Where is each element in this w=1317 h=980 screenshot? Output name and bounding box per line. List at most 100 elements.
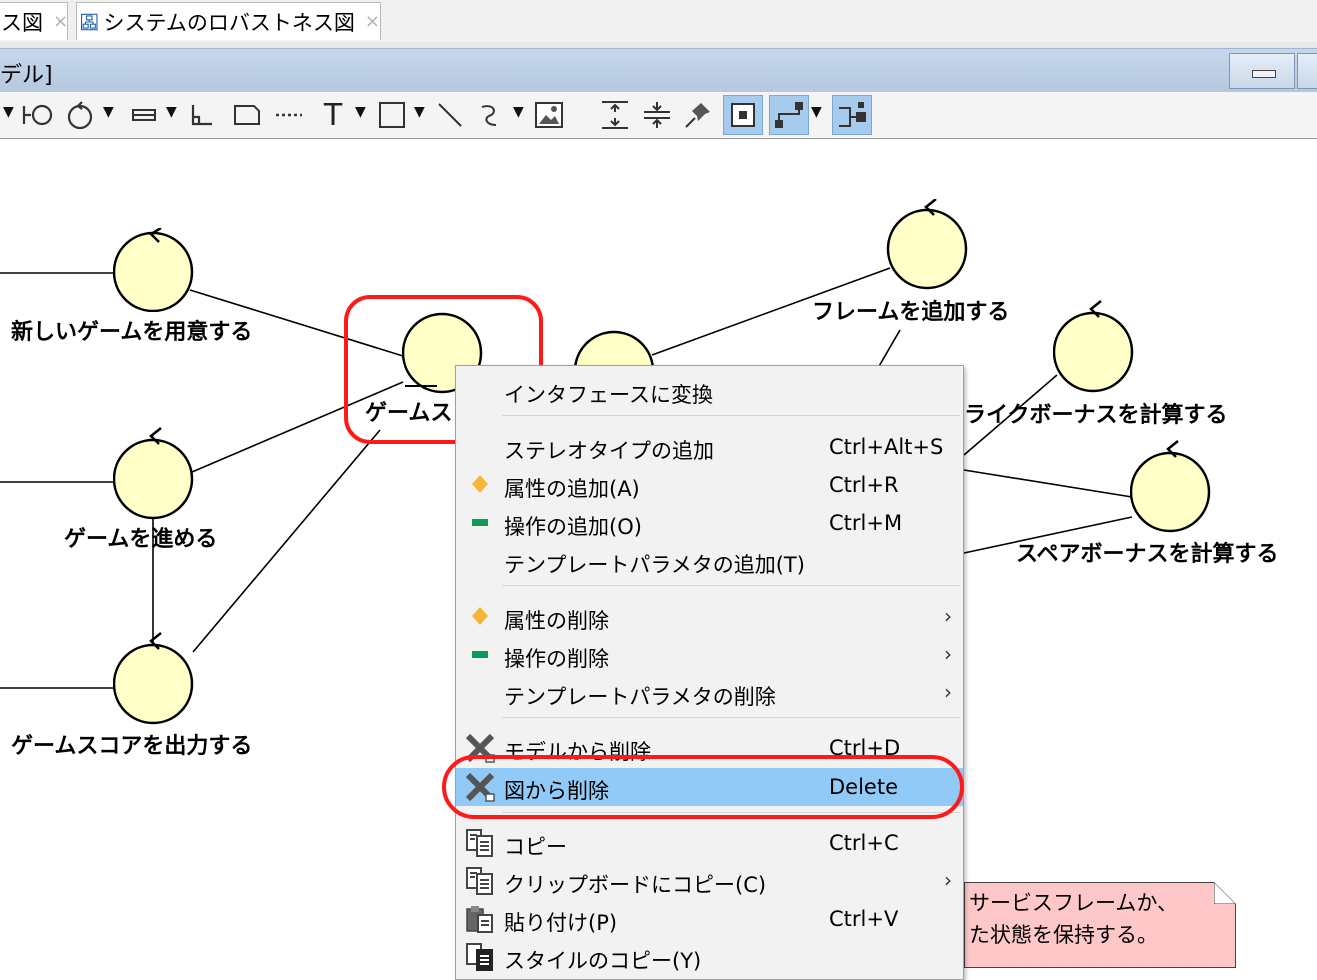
menu-item-label: ステレオタイプの追加 [504,439,714,463]
note[interactable]: サービスフレームか、 た状態を保持する。 [964,882,1236,968]
context-menu: インタフェースに変換 ステレオタイプの追加 Ctrl+Alt+S 属性の追加(A… [455,365,964,980]
control-label: ゲームスコアを出力する [11,734,253,759]
note-icon[interactable] [230,92,264,138]
dropdown-arrow-icon[interactable]: ▼ [811,104,822,120]
diagram-title-bar: デル] [0,48,1317,94]
control-add-frame[interactable] [886,198,970,291]
chevron-right-icon: › [944,868,952,892]
route-icon[interactable] [769,95,809,135]
layout-icon[interactable] [832,95,872,135]
chevron-right-icon: › [944,604,952,628]
control-partial[interactable] [572,329,656,369]
control-label: ライクボーナスを計算する [964,403,1228,428]
boundary-icon[interactable] [20,92,56,138]
attribute-icon [472,607,488,625]
minimize-button[interactable] [1229,53,1295,89]
rectangle-icon[interactable] [375,92,409,138]
dashed-line-icon[interactable] [272,92,306,138]
menu-item-label: テンプレートパラメタの追加(T) [504,553,805,577]
menu-item-label: テンプレートパラメタの削除 [504,685,776,709]
freehand-icon[interactable] [474,92,506,138]
dropdown-arrow-icon[interactable]: ▼ [513,104,524,120]
control-symbol-icon [886,198,968,290]
control-symbol-icon [112,226,194,313]
menu-item-copy[interactable]: コピー Ctrl+C [456,824,963,862]
menu-item-label: 貼り付け(P) [504,911,618,935]
menu-item-delete-operation[interactable]: 操作の削除 › [456,636,963,674]
control-new-game[interactable] [112,226,197,313]
tab-label: システムのロバストネス図 [103,10,355,35]
tab-robustness-diagram[interactable]: システムのロバストネス図 × [76,2,381,40]
menu-item-add-template-parameter[interactable]: テンプレートパラメタの追加(T) [456,542,963,580]
control-symbol-icon [1129,440,1211,533]
control-spare-bonus[interactable] [1129,439,1214,535]
diagram-toolbar: ▼ ▼ ▼ T ▼ ▼ ▼ ▼ [0,92,1317,139]
menu-item-label: 属性の削除 [504,609,609,633]
entity-icon[interactable] [128,92,160,138]
copy-icon [466,829,493,857]
menu-item-label: 操作の追加(O) [504,515,642,539]
menu-item-delete-attribute[interactable]: 属性の削除 › [456,598,963,636]
menu-item-shortcut: Ctrl+R [829,473,899,497]
note-fold-icon [1214,882,1236,904]
close-icon[interactable]: × [365,11,380,32]
maximize-button[interactable] [1297,53,1317,89]
menu-item-label: インタフェースに変換 [504,383,713,407]
control-label: フレームを追加する [812,300,1010,325]
tab-label: ス図 [1,10,43,35]
paste-icon [466,906,493,933]
minimize-icon [1252,70,1276,78]
menu-item-add-operation[interactable]: 操作の追加(O) Ctrl+M [456,504,963,542]
control-symbol-icon [112,632,194,725]
menu-item-add-stereotype[interactable]: ステレオタイプの追加 Ctrl+Alt+S [456,428,963,466]
align-vertical-icon[interactable] [597,92,633,138]
snap-icon[interactable] [723,95,763,135]
menu-item-delete-template-parameter[interactable]: テンプレートパラメタの削除 › [456,674,963,712]
image-icon[interactable] [532,92,566,138]
copy-style-icon [466,943,493,971]
menu-separator [502,585,960,586]
diagram-icon [81,13,98,30]
line-tool-icon[interactable] [434,92,466,138]
control-strike-bonus[interactable] [1052,299,1137,395]
menu-item-copy-style[interactable]: スタイルのコピー(Y) [456,938,963,976]
control-label: スペアボーナスを計算する [1016,542,1279,567]
window-title: デル] [0,63,53,88]
align-middle-icon[interactable] [639,92,675,138]
pin-icon[interactable] [681,92,715,138]
menu-item-convert-to-interface[interactable]: インタフェースに変換 [456,372,963,410]
text-icon[interactable]: T [318,92,348,138]
menu-item-shortcut: Ctrl+V [829,907,899,931]
chevron-right-icon: › [944,680,952,704]
editor-tab-bar: ス図 × システムのロバストネス図 × [0,0,1317,43]
dropdown-arrow-icon[interactable]: ▼ [103,104,114,120]
tab-class-diagram[interactable]: ス図 × [0,2,68,40]
menu-item-paste[interactable]: 貼り付け(P) Ctrl+V [456,900,963,938]
menu-item-label: スタイルのコピー(Y) [504,949,702,973]
menu-item-shortcut: Ctrl+C [829,831,899,855]
menu-separator [502,415,960,416]
operation-icon [472,651,488,658]
highlight-box [442,755,964,819]
menu-item-shortcut: Ctrl+Alt+S [829,435,944,459]
menu-item-label: コピー [504,835,567,859]
dropdown-arrow-icon[interactable]: ▼ [355,104,366,120]
control-icon[interactable] [62,92,98,138]
control-label: 新しいゲームを用意する [11,320,253,345]
menu-item-label: 操作の削除 [504,647,609,671]
copy-clipboard-icon [466,867,493,895]
menu-item-shortcut: Ctrl+M [829,511,903,535]
control-advance-game[interactable] [112,426,197,522]
menu-item-label: 属性の追加(A) [504,477,640,501]
attribute-icon [472,475,488,493]
close-icon[interactable]: × [53,11,68,32]
control-symbol-icon [112,427,194,520]
menu-item-add-attribute[interactable]: 属性の追加(A) Ctrl+R [456,466,963,504]
control-output-score[interactable] [112,631,197,727]
line-icon[interactable] [186,92,216,138]
menu-item-copy-to-clipboard[interactable]: クリップボードにコピー(C) › [456,862,963,900]
dropdown-arrow-icon[interactable]: ▼ [414,104,425,120]
operation-icon [472,519,488,526]
dropdown-arrow-icon[interactable]: ▼ [166,104,177,120]
dropdown-arrow-icon[interactable]: ▼ [3,104,14,120]
